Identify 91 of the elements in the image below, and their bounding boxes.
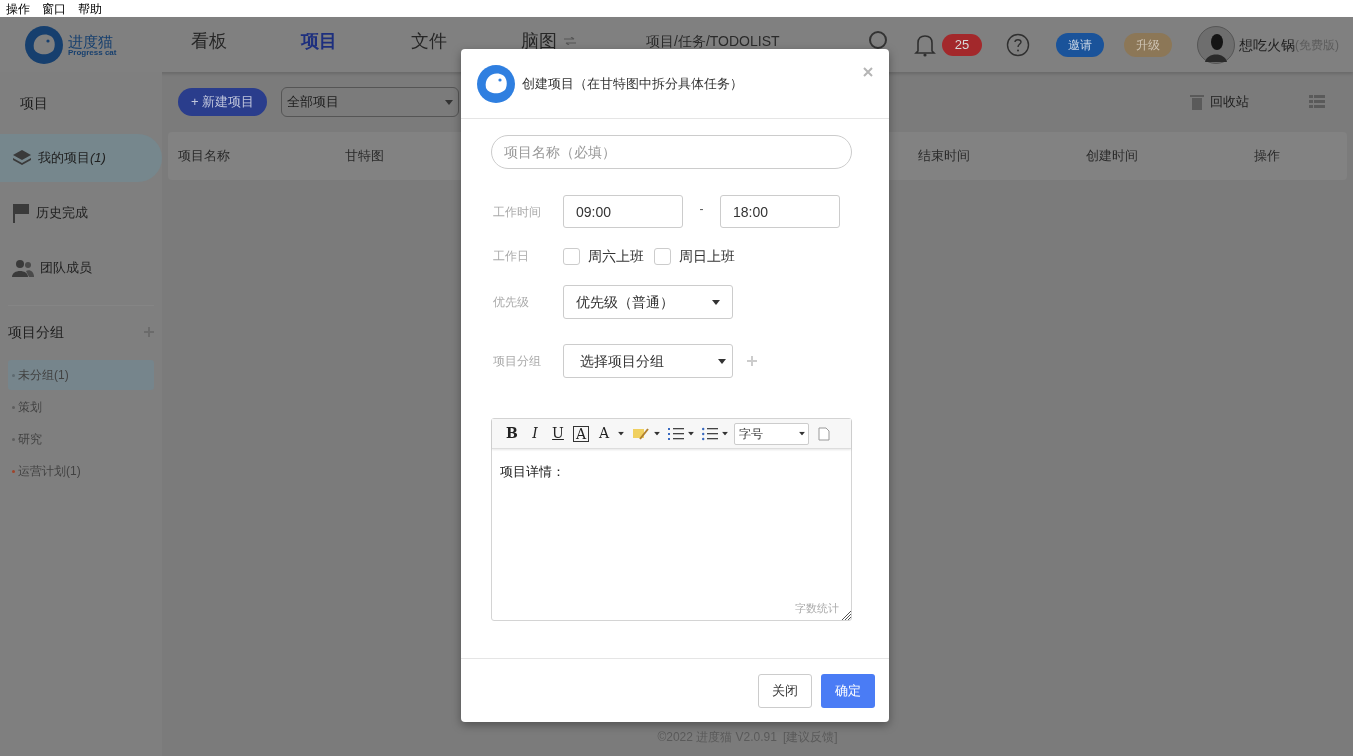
column-header: 创建时间: [1086, 147, 1139, 166]
section-title: 项目分组: [8, 322, 64, 342]
sidebar-item-label: 我的项目: [38, 149, 90, 168]
numbered-list-icon[interactable]: [668, 426, 684, 441]
format-button[interactable]: I: [527, 423, 543, 444]
item-count: (1): [90, 149, 106, 168]
end-time-field[interactable]: 18:00: [720, 195, 840, 228]
recycle-bin-link[interactable]: 回收站: [1210, 92, 1249, 112]
caret-icon: [445, 99, 454, 105]
cat-logo-icon: [24, 25, 64, 65]
notification-badge: 25: [942, 34, 982, 56]
caret-icon: [618, 431, 624, 436]
sidebar-item-label: 历史完成: [36, 204, 88, 223]
cat-logo-icon: [476, 63, 516, 104]
caret-icon: [654, 431, 660, 436]
new-project-button[interactable]: + 新建项目: [178, 88, 268, 116]
user-name[interactable]: 想吃火锅: [1239, 34, 1295, 56]
highlight-icon[interactable]: [632, 426, 650, 441]
font-size-select[interactable]: 字号: [734, 422, 809, 445]
checkbox-label: 周日上班: [679, 246, 735, 266]
group-item[interactable]: 运营计划(1): [8, 456, 154, 486]
format-button[interactable]: A: [573, 425, 589, 442]
upgrade-button[interactable]: 升级: [1124, 33, 1172, 57]
format-button[interactable]: B: [504, 423, 520, 444]
field-label: 优先级: [492, 294, 530, 311]
bullet-list-icon[interactable]: [702, 426, 718, 441]
editor-text[interactable]: 项目详情：: [500, 464, 565, 479]
project-filter-select[interactable]: 全部项目: [281, 87, 460, 117]
list-view-icon[interactable]: [1309, 95, 1325, 109]
checkbox-label: 周六上班: [588, 246, 644, 266]
caret-icon: [712, 299, 720, 305]
field-label: 工作时间: [492, 203, 542, 221]
format-button[interactable]: U: [550, 423, 566, 444]
brand-tagline: Progress cat: [68, 48, 117, 57]
nav-tab[interactable]: 看板: [154, 30, 264, 52]
checkbox[interactable]: [563, 247, 580, 265]
caret-icon: [688, 431, 694, 436]
menu-item[interactable]: 窗口: [42, 0, 66, 18]
brand-name: 进度猫: [68, 33, 114, 49]
group-label: 运营计划(1): [18, 463, 81, 480]
sidebar-title: 项目: [19, 93, 49, 113]
search-icon: [868, 30, 890, 52]
group-item[interactable]: 策划: [8, 392, 154, 422]
close-icon[interactable]: [863, 67, 873, 77]
group-label: 研究: [18, 431, 42, 448]
close-button[interactable]: 关闭: [758, 673, 812, 708]
menu-item[interactable]: 操作: [6, 0, 30, 18]
field-label: 项目分组: [492, 353, 542, 370]
bell-icon[interactable]: [914, 33, 936, 57]
sidebar-item[interactable]: 团队成员: [0, 244, 162, 292]
caret-icon: [718, 358, 726, 364]
menu-item[interactable]: 帮助: [78, 0, 102, 18]
help-icon[interactable]: [1006, 33, 1030, 57]
dialog-title: 创建项目（在甘特图中拆分具体任务）: [522, 74, 743, 93]
trash-icon: [1190, 94, 1204, 110]
confirm-button[interactable]: 确定: [821, 673, 875, 708]
group-label: 策划: [18, 399, 42, 416]
group-item[interactable]: 未分组(1): [8, 360, 154, 390]
team-icon: [12, 259, 34, 277]
layers-icon: [12, 149, 32, 167]
add-icon[interactable]: [747, 356, 757, 366]
sidebar-item-label: 团队成员: [40, 259, 92, 278]
project-name-field[interactable]: 项目名称（必填）: [491, 135, 852, 169]
format-button[interactable]: A: [596, 423, 612, 444]
field-label: 工作日: [492, 248, 530, 265]
checkbox[interactable]: [654, 247, 671, 265]
document-icon[interactable]: [818, 426, 830, 441]
caret-icon: [722, 431, 728, 436]
range-separator: -: [698, 200, 705, 218]
group-label: 未分组(1): [18, 367, 69, 384]
start-time-field[interactable]: 09:00: [563, 195, 683, 228]
flag-icon: [12, 203, 30, 223]
group-select[interactable]: 选择项目分组: [563, 344, 733, 378]
priority-select[interactable]: 优先级（普通）: [563, 285, 733, 319]
nav-tab[interactable]: 项目: [264, 30, 374, 52]
resize-handle-icon[interactable]: [841, 610, 851, 620]
invite-button[interactable]: 邀请: [1056, 33, 1104, 57]
avatar: [1197, 26, 1235, 64]
column-header: 结束时间: [918, 147, 971, 166]
caret-icon: [799, 431, 805, 436]
sidebar-item[interactable]: 我的项目(1): [0, 134, 162, 182]
column-header: 项目名称: [178, 147, 231, 166]
nav-tab[interactable]: 文件: [374, 30, 484, 52]
swap-arrow-icon: [564, 37, 576, 45]
word-count-label: 字数统计: [795, 600, 839, 616]
group-item[interactable]: 研究: [8, 424, 154, 454]
nav-tab[interactable]: 脑图: [484, 30, 594, 52]
search-field[interactable]: 项目/任务/TODOLIST: [646, 32, 866, 50]
sidebar-item[interactable]: 历史完成: [0, 189, 162, 237]
column-header: 甘特图: [345, 147, 385, 166]
column-header: 操作: [1254, 147, 1280, 166]
